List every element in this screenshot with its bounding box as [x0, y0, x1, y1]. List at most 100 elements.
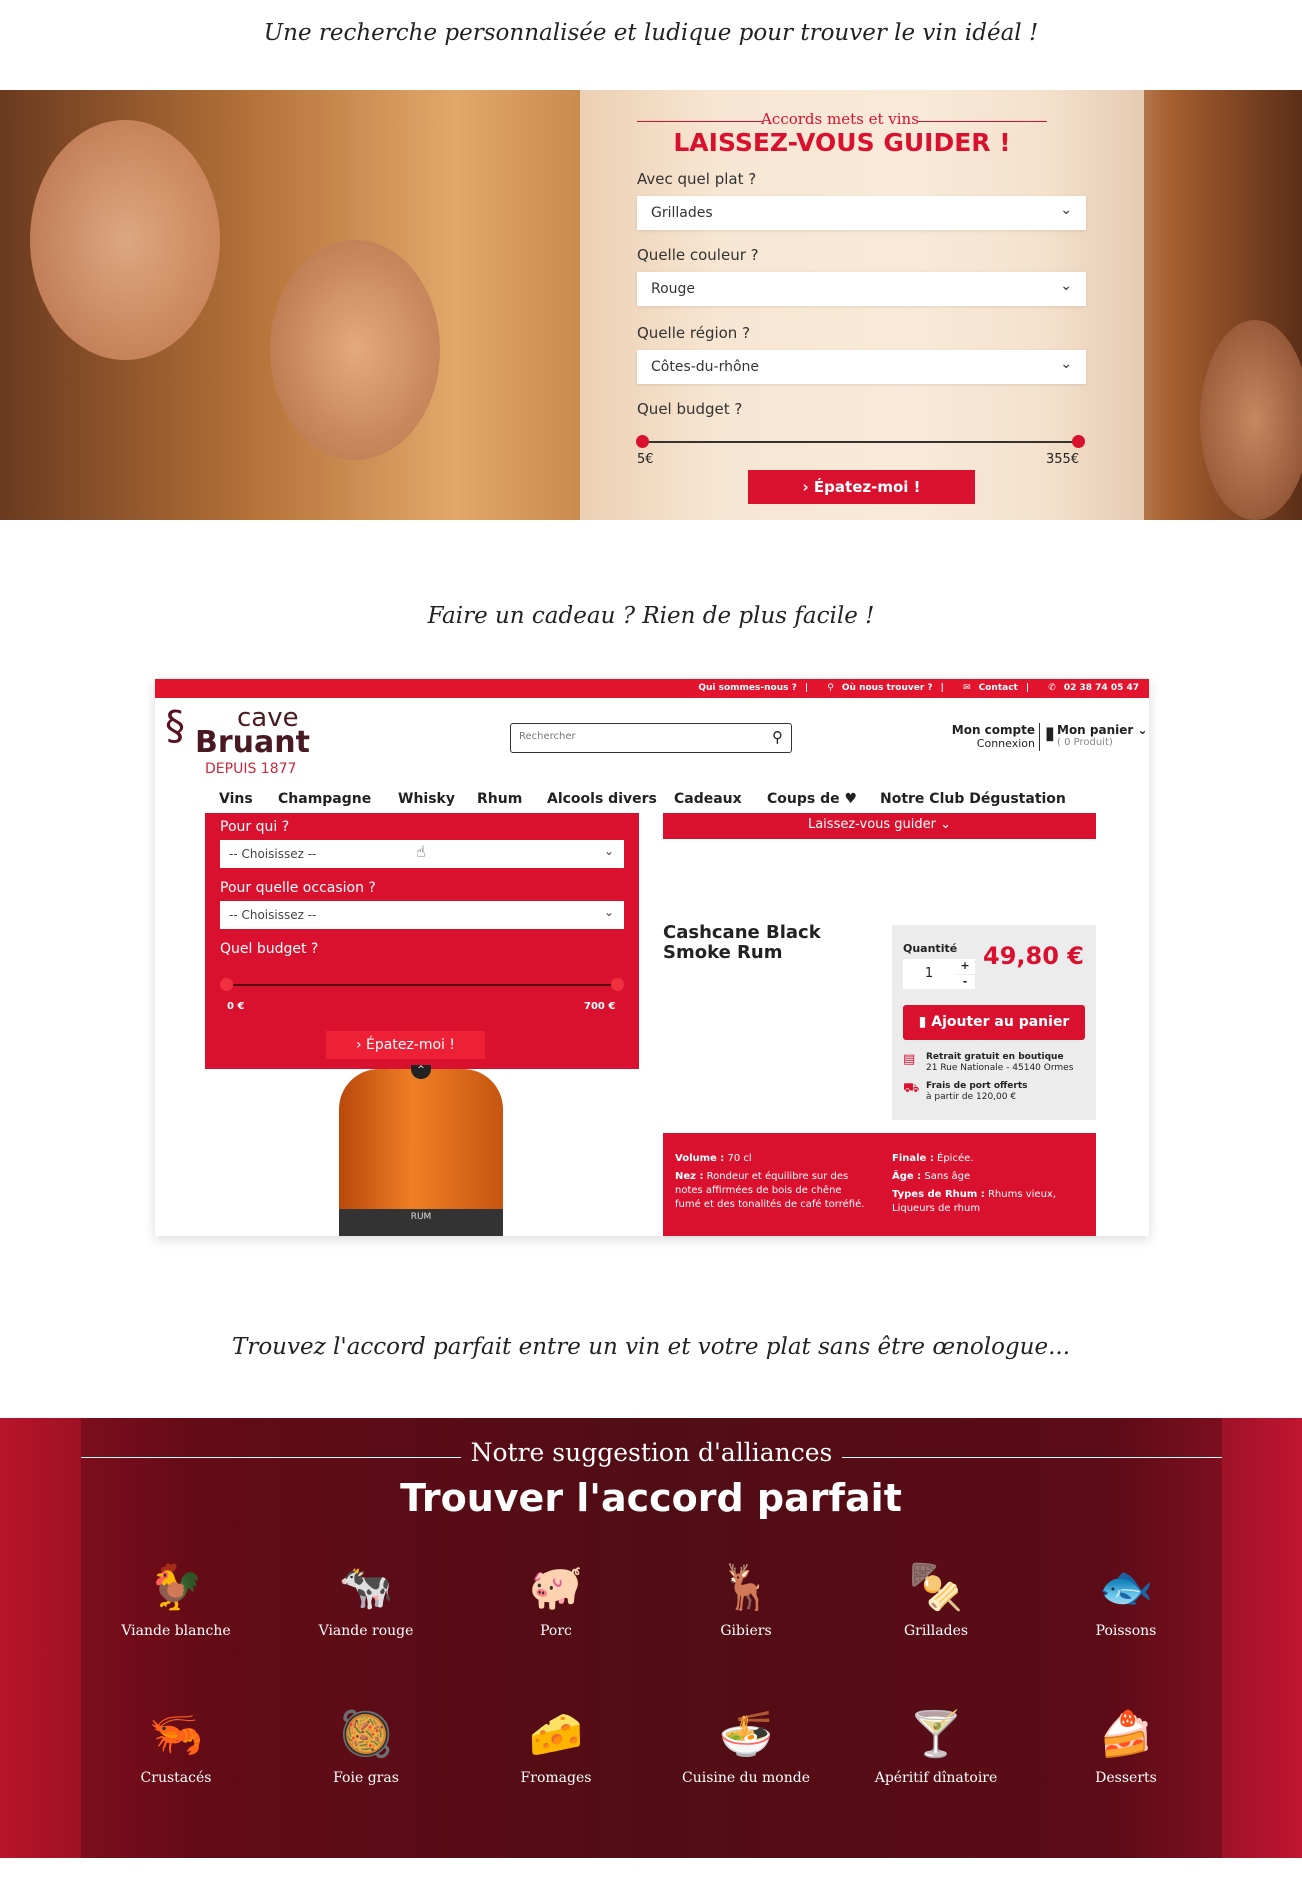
pairing-item-grillades[interactable]: 🍢 Grillades	[861, 1553, 1011, 1639]
divider	[842, 1457, 1222, 1458]
nav-cadeaux[interactable]: Cadeaux	[674, 791, 742, 807]
budget-label: Quel budget ?	[637, 400, 743, 418]
pickup-info: Retrait gratuit en boutique 21 Rue Nation…	[926, 1052, 1073, 1074]
chevron-down-icon: ⌄	[1060, 356, 1072, 372]
map-pin-icon: ⚲	[827, 683, 834, 693]
food-icon: 🍰	[1098, 1709, 1154, 1760]
chevron-up-icon[interactable]: ^	[411, 1065, 431, 1079]
logo[interactable]: § cave Bruant DEPUIS 1877	[165, 701, 315, 781]
budget-max-handle[interactable]	[1072, 435, 1085, 448]
dish-select[interactable]: Grillades ⌄	[637, 196, 1086, 230]
pairing-item-viande-rouge[interactable]: 🐄 Viande rouge	[291, 1553, 441, 1639]
pairing-title: Trouver l'accord parfait	[400, 1476, 902, 1520]
gift-finder-form: Pour qui ? -- Choisissez -- ⌄ ☝ Pour quell…	[205, 813, 639, 1069]
nav-alcools-divers[interactable]: Alcools divers	[547, 791, 657, 807]
pairing-item-label: Fromages	[520, 1770, 592, 1786]
pairing-item-label: Viande rouge	[318, 1623, 414, 1639]
pairing-item-foie-gras[interactable]: 🥘 Foie gras	[291, 1700, 441, 1786]
guide-form: Accords mets et vins : LAISSEZ-VOUS GUID…	[580, 90, 1144, 520]
region-select[interactable]: Côtes-du-rhône ⌄	[637, 350, 1086, 384]
shipping-title: Frais de port offerts	[926, 1081, 1028, 1091]
quantity-decrement[interactable]: -	[955, 975, 975, 989]
food-icon: 🐄	[338, 1562, 394, 1613]
gift-budget-min-handle[interactable]	[220, 978, 233, 991]
pairing-item-label: Apéritif dînatoire	[874, 1770, 998, 1786]
gift-surprise-button[interactable]: › Épatez-moi !	[326, 1031, 485, 1059]
food-icon: 🐟	[1098, 1562, 1154, 1613]
specs-right: Finale : Épicée. Âge : Sans âge Types de…	[892, 1152, 1082, 1216]
phone-link[interactable]: ✆ 02 38 74 05 47	[1040, 683, 1139, 693]
store-icon: ▤	[903, 1052, 916, 1067]
dish-value: Grillades	[651, 205, 713, 221]
gift-budget-track[interactable]	[227, 984, 617, 986]
nav-club-degustation[interactable]: Notre Club Dégustation	[880, 791, 1066, 807]
logo-mark-icon: §	[165, 703, 185, 749]
logo-text: Bruant	[195, 725, 310, 760]
contact-link[interactable]: ✉ Contact	[955, 683, 1018, 693]
nav-whisky[interactable]: Whisky	[398, 791, 455, 807]
food-icon: 🐓	[148, 1562, 204, 1613]
purchase-box: Quantité 1 + - 49,80 € ▮ Ajouter au pani…	[892, 925, 1096, 1120]
pairing-item-label: Porc	[540, 1623, 572, 1639]
phone-icon: ✆	[1048, 683, 1056, 693]
budget-min-handle[interactable]	[636, 435, 649, 448]
hand-cursor-icon: ☝	[416, 842, 426, 861]
quantity-increment[interactable]: +	[955, 959, 975, 974]
chevron-down-icon: ⌄	[603, 844, 614, 858]
pairing-item-label: Crustacés	[140, 1770, 212, 1786]
pickup-address: 21 Rue Nationale - 45140 Ormes	[926, 1063, 1074, 1073]
pairing-item-crustacés[interactable]: 🦐 Crustacés	[101, 1700, 251, 1786]
top-bar: Qui sommes-nous ? | ⚲ Où nous trouver ? | ✉…	[155, 679, 1149, 698]
who-select[interactable]: -- Choisissez -- ⌄ ☝	[220, 840, 624, 868]
pairing-item-label: Desserts	[1095, 1770, 1157, 1786]
pairing-item-cuisine-du-monde[interactable]: 🍜 Cuisine du monde	[671, 1700, 821, 1786]
cart-link[interactable]: Mon panier ⌄ ( 0 Produit)	[1057, 723, 1148, 748]
hero-photo	[270, 240, 440, 460]
search-input[interactable]: Rechercher ⚲	[510, 723, 792, 753]
add-to-cart-label: Ajouter au panier	[931, 1014, 1070, 1030]
chevron-down-icon: ⌄	[1060, 202, 1072, 218]
pairing-item-porc[interactable]: 🐖 Porc	[481, 1553, 631, 1639]
guide-dropdown-button[interactable]: Laissez-vous guider ⌄	[663, 813, 1096, 839]
pairing-item-gibiers[interactable]: 🦌 Gibiers	[671, 1553, 821, 1639]
gift-budget-max-handle[interactable]	[611, 978, 624, 991]
nav-champagne[interactable]: Champagne	[278, 791, 371, 807]
location-link[interactable]: ⚲ Où nous trouver ?	[819, 683, 932, 693]
nav-coups-de-coeur[interactable]: Coups de ♥	[767, 791, 857, 807]
divider	[1039, 723, 1040, 751]
food-icon: 🦌	[718, 1562, 774, 1613]
dish-label: Avec quel plat ?	[637, 170, 757, 188]
occasion-select[interactable]: -- Choisissez -- ⌄	[220, 901, 624, 929]
nav-vins[interactable]: Vins	[219, 791, 253, 807]
logo-text: DEPUIS 1877	[205, 761, 297, 777]
pairing-section: Notre suggestion d'alliances Trouver l'a…	[0, 1418, 1302, 1858]
pairing-item-apéritif-dînatoire[interactable]: 🍸 Apéritif dînatoire	[861, 1700, 1011, 1786]
pairing-item-label: Gibiers	[720, 1623, 772, 1639]
cart-bottle-icon: ▮	[1045, 723, 1055, 744]
pairing-item-label: Cuisine du monde	[681, 1770, 811, 1786]
mail-icon: ✉	[963, 683, 971, 693]
who-value: -- Choisissez --	[229, 847, 317, 861]
quantity-input[interactable]: 1	[903, 959, 955, 989]
pairing-item-label: Grillades	[903, 1623, 969, 1639]
nav-rhum[interactable]: Rhum	[477, 791, 522, 807]
pairing-item-desserts[interactable]: 🍰 Desserts	[1051, 1700, 1201, 1786]
guide-title: LAISSEZ-VOUS GUIDER !	[673, 128, 1011, 157]
pairing-item-viande-blanche[interactable]: 🐓 Viande blanche	[101, 1553, 251, 1639]
pairing-item-label: Foie gras	[333, 1770, 399, 1786]
pairing-kicker: Notre suggestion d'alliances	[470, 1438, 833, 1467]
pairing-item-fromages[interactable]: 🧀 Fromages	[481, 1700, 631, 1786]
add-to-cart-button[interactable]: ▮ Ajouter au panier	[903, 1005, 1085, 1040]
color-select[interactable]: Rouge ⌄	[637, 272, 1086, 306]
bottle-label: RUM	[339, 1209, 503, 1236]
search-icon[interactable]: ⚲	[772, 728, 783, 746]
divider	[81, 1457, 461, 1458]
about-link[interactable]: Qui sommes-nous ?	[698, 683, 796, 693]
search-placeholder: Rechercher	[519, 731, 576, 742]
budget-slider-track[interactable]	[642, 441, 1078, 443]
gift-budget-max: 700 €	[584, 1001, 616, 1012]
region-value: Côtes-du-rhône	[651, 359, 760, 375]
surprise-me-button[interactable]: › Épatez-moi !	[748, 470, 975, 504]
pairing-item-poissons[interactable]: 🐟 Poissons	[1051, 1553, 1201, 1639]
account-link[interactable]: Mon compte Connexion	[935, 723, 1035, 750]
